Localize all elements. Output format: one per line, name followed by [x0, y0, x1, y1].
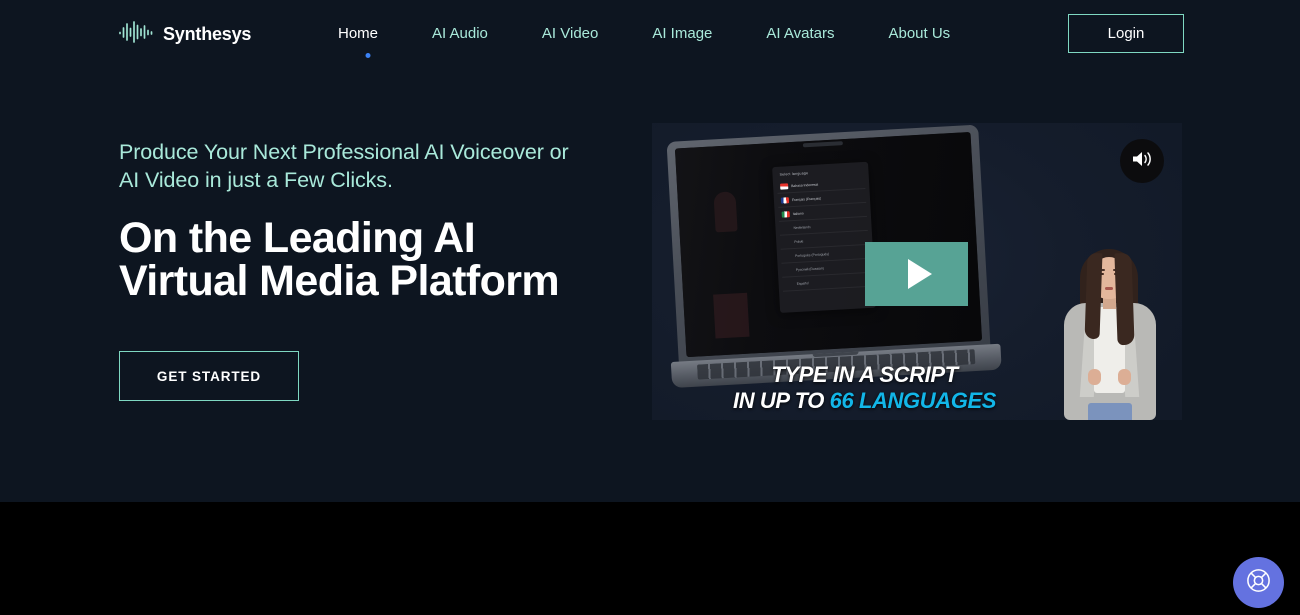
hero-subtitle-line-1: Produce Your Next Professional AI Voiceo… [119, 140, 569, 164]
presenter-avatar [1050, 245, 1168, 420]
language-label: Español [796, 280, 809, 286]
flag-icon [779, 182, 789, 190]
brand-name: Synthesys [163, 24, 252, 44]
nav-item-label: About Us [888, 25, 951, 42]
nav-item-label: Home [338, 25, 379, 42]
login-button[interactable]: Login [1068, 14, 1184, 53]
language-label: Nederlands [793, 224, 811, 230]
hero-video-panel[interactable]: Select language Bahasa Indonesia Françai… [652, 123, 1182, 420]
flag-icon [780, 196, 790, 204]
waveform-icon [118, 19, 154, 50]
nav-item-ai-image[interactable]: AI Image [625, 20, 739, 48]
nav-item-home[interactable]: Home [330, 20, 405, 58]
language-label: Русский (Russian) [795, 265, 824, 272]
video-scene: Select language Bahasa Indonesia Françai… [652, 123, 1182, 420]
nav-item-ai-audio[interactable]: AI Audio [405, 20, 515, 48]
language-label: Português (Português) [794, 251, 830, 258]
nav-links: Home AI Audio AI Video AI Image AI Avata… [330, 20, 977, 58]
language-label: Italiano [792, 210, 804, 216]
get-started-button[interactable]: GET STARTED [119, 351, 299, 401]
play-icon [907, 259, 932, 289]
hero-title-line-2: Virtual Media Platform [119, 257, 560, 305]
hero-subtitle-line-2: AI Video in just a Few Clicks. [119, 168, 393, 192]
nav-item-ai-avatars[interactable]: AI Avatars [739, 20, 861, 48]
active-indicator-dot [365, 53, 370, 58]
language-dropdown[interactable]: Select language Bahasa Indonesia Françai… [772, 161, 877, 313]
language-label: Polski [794, 239, 804, 244]
page-root: Synthesys Home AI Audio AI Video AI Imag… [0, 0, 1300, 615]
flag-icon [781, 210, 790, 218]
hero-title-line-1: On the Leading AI [119, 214, 476, 262]
support-widget-button[interactable] [1233, 557, 1284, 608]
language-label: Bahasa Indonesia [791, 182, 819, 188]
nav-item-about-us[interactable]: About Us [861, 20, 977, 48]
play-button[interactable] [865, 242, 968, 306]
brand-logo[interactable]: Synthesys [118, 18, 251, 50]
language-label: Français (Français) [791, 195, 822, 202]
nav-item-label: AI Audio [432, 25, 488, 42]
hero-section: Synthesys Home AI Audio AI Video AI Imag… [0, 0, 1300, 502]
nav-item-ai-video[interactable]: AI Video [515, 20, 625, 48]
nav-item-label: AI Avatars [766, 25, 835, 42]
life-ring-icon [1245, 567, 1272, 599]
volume-on-icon [1130, 149, 1154, 174]
navbar: Synthesys Home AI Audio AI Video AI Imag… [0, 0, 1300, 68]
sound-toggle-button[interactable] [1120, 139, 1164, 183]
nav-item-label: AI Image [652, 25, 713, 42]
hero-subtitle: Produce Your Next Professional AI Voiceo… [119, 138, 639, 194]
page-title: On the Leading AI Virtual Media Platform [119, 217, 639, 303]
hero-copy: Produce Your Next Professional AI Voiceo… [119, 138, 639, 401]
nav-item-label: AI Video [541, 25, 599, 42]
